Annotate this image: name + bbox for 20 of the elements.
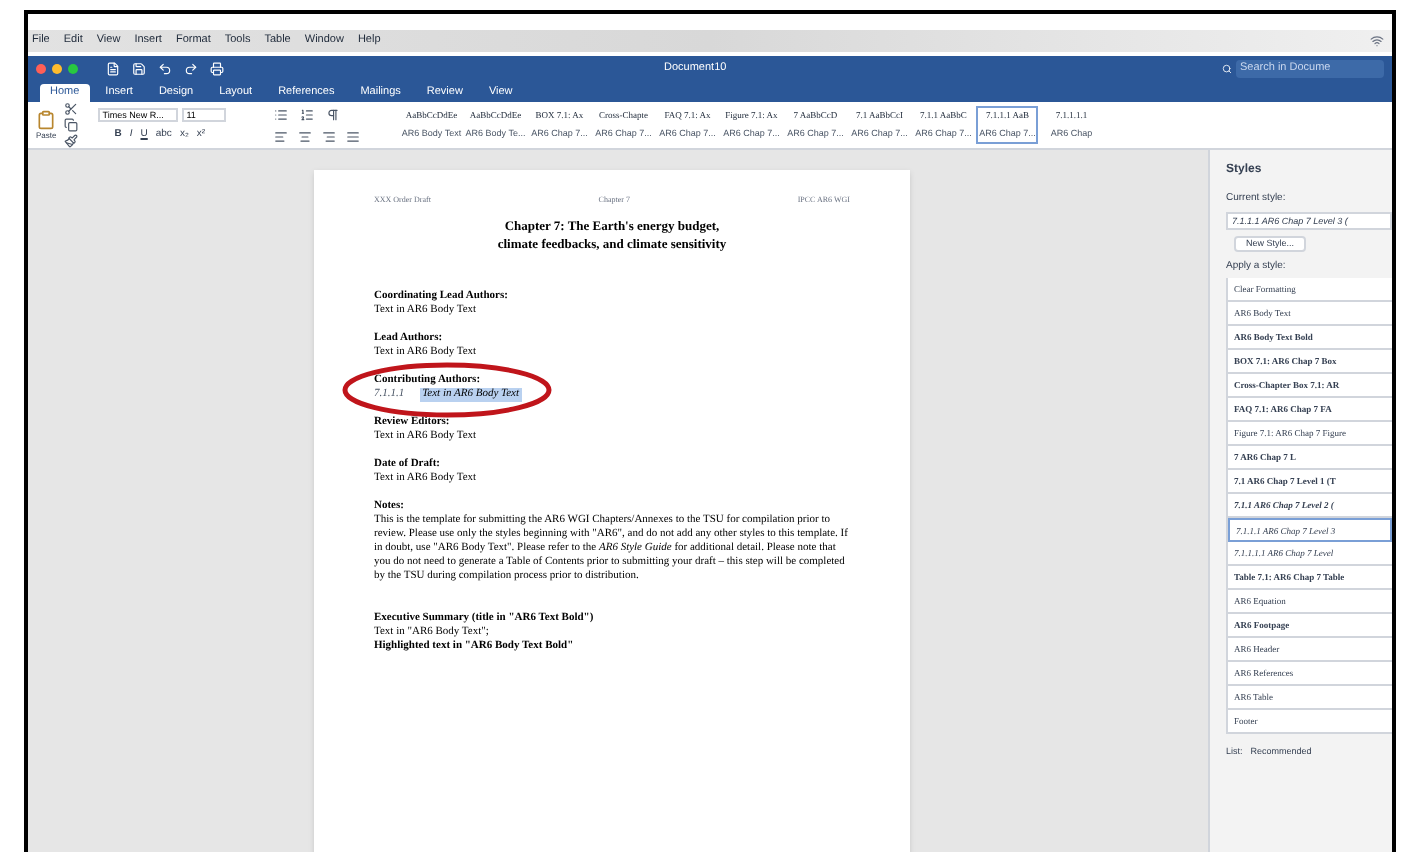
- minimize-icon[interactable]: [52, 63, 62, 73]
- wifi-icon[interactable]: [1370, 34, 1384, 48]
- paintbrush-icon[interactable]: [64, 134, 79, 148]
- scissors-icon[interactable]: [64, 102, 79, 116]
- align-left-icon[interactable]: [274, 129, 289, 143]
- print-icon[interactable]: [210, 61, 224, 75]
- paste-icon[interactable]: [36, 109, 57, 129]
- zoom-icon[interactable]: [68, 63, 78, 73]
- numbered-list-icon[interactable]: [300, 107, 315, 121]
- align-center-icon[interactable]: [298, 129, 313, 143]
- undo-icon[interactable]: [158, 61, 172, 75]
- save-icon[interactable]: [132, 61, 146, 75]
- copy-icon[interactable]: [64, 118, 79, 132]
- document-icon[interactable]: [106, 61, 120, 75]
- align-justify-icon[interactable]: [346, 129, 361, 143]
- align-right-icon[interactable]: [322, 129, 337, 143]
- bullet-list-icon[interactable]: [274, 107, 289, 121]
- pilcrow-icon[interactable]: [326, 107, 341, 121]
- redo-icon[interactable]: [184, 61, 198, 75]
- search-icon: [1222, 63, 1232, 73]
